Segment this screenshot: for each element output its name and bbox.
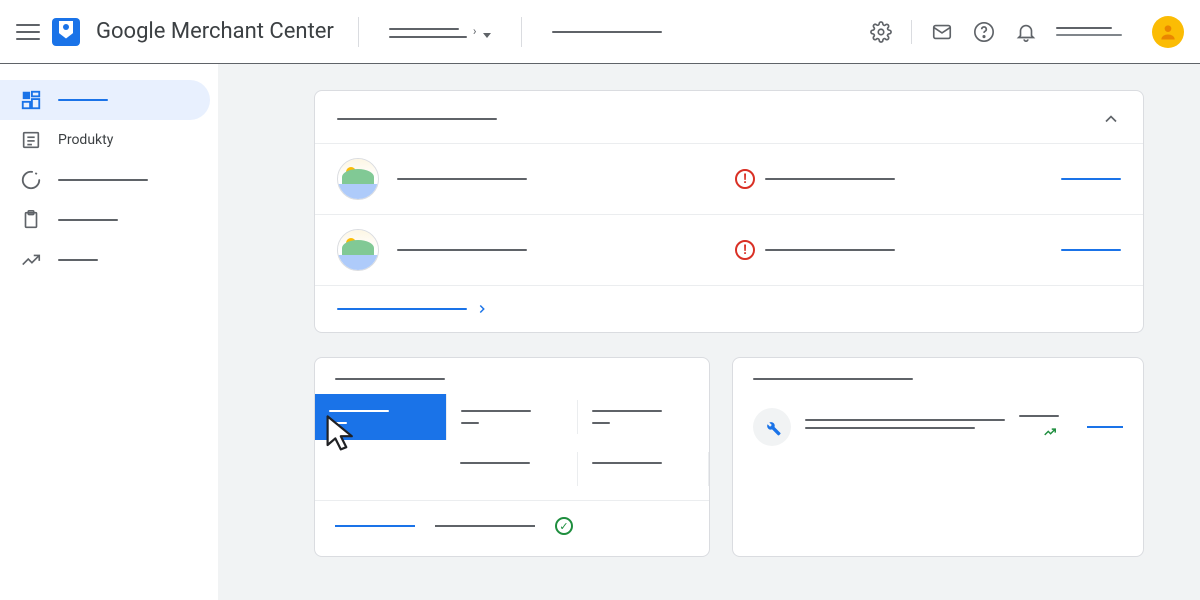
check-icon: ✓ (555, 517, 573, 535)
sidebar-item-performance[interactable] (0, 160, 210, 200)
metric-value (592, 422, 610, 424)
sidebar-item-label (58, 179, 148, 181)
metric-cell[interactable] (446, 452, 577, 486)
product-thumb-icon (337, 158, 379, 200)
error-icon: ! (735, 240, 755, 260)
metric-cell[interactable] (315, 452, 446, 486)
account-selector[interactable]: › (371, 26, 509, 38)
wrench-icon (753, 408, 791, 446)
sidebar-item-label (58, 99, 108, 101)
metric-cell[interactable] (578, 400, 709, 434)
metric-cell[interactable] (315, 394, 447, 440)
card-title (753, 378, 913, 380)
card-title (337, 118, 497, 120)
chevron-right-icon (475, 302, 489, 316)
product-action-link[interactable] (1061, 249, 1121, 251)
card-title (335, 378, 445, 380)
header-context-text (534, 31, 680, 33)
sidebar-item-label (58, 219, 118, 221)
product-action-link[interactable] (1061, 178, 1121, 180)
main-content: ! ! (218, 64, 1200, 600)
product-row[interactable]: ! (315, 214, 1143, 285)
recommendation-item[interactable] (733, 400, 1143, 454)
sidebar-item-label: Produkty (58, 132, 113, 148)
product-status-text (765, 249, 895, 251)
product-name (397, 249, 527, 251)
person-icon (1158, 22, 1178, 42)
divider (521, 17, 522, 47)
sidebar-item-label (58, 259, 98, 261)
recommendation-stat (1019, 415, 1059, 417)
stats-card: ✓ (314, 357, 710, 557)
product-thumb-icon (337, 229, 379, 271)
products-status-card: ! ! (314, 90, 1144, 333)
sidebar-item-orders[interactable] (0, 200, 210, 240)
metric-label (592, 410, 662, 412)
app-logo-icon[interactable] (52, 18, 80, 46)
clipboard-icon (20, 209, 42, 231)
app-title: Google Merchant Center (92, 19, 346, 44)
product-row[interactable]: ! (315, 143, 1143, 214)
sidebar-nav: Produkty (0, 64, 218, 600)
product-name (397, 178, 527, 180)
view-all-products-link[interactable] (315, 285, 1143, 332)
stats-footer-link[interactable] (335, 525, 415, 527)
trending-up-icon (20, 249, 42, 271)
help-icon[interactable] (972, 20, 996, 44)
chevron-up-icon (1101, 109, 1121, 129)
divider (358, 17, 359, 47)
recommendation-text (805, 419, 1005, 421)
app-header: Google Merchant Center › (0, 0, 1200, 64)
recommendations-card (732, 357, 1144, 557)
metric-value (461, 422, 479, 424)
sidebar-item-products[interactable]: Produkty (0, 120, 210, 160)
metric-label (461, 410, 531, 412)
metric-cell[interactable] (447, 400, 579, 434)
recommendation-text (805, 427, 975, 429)
recommendation-action-link[interactable] (1087, 426, 1123, 428)
trend-up-icon (1041, 425, 1059, 439)
metric-cell[interactable] (578, 452, 709, 486)
notifications-icon[interactable] (1014, 20, 1038, 44)
menu-icon[interactable] (16, 20, 40, 44)
chevron-right-icon: › (473, 24, 477, 38)
settings-icon[interactable] (869, 20, 893, 44)
stats-footer-text (435, 525, 535, 527)
sidebar-item-growth[interactable] (0, 240, 210, 280)
error-icon: ! (735, 169, 755, 189)
cursor-icon (321, 412, 365, 456)
dashboard-icon (20, 89, 42, 111)
caret-down-icon (483, 33, 491, 38)
header-account-link[interactable] (1056, 27, 1122, 36)
divider (911, 20, 912, 44)
donut-icon (20, 169, 42, 191)
mail-icon[interactable] (930, 20, 954, 44)
sidebar-item-overview[interactable] (0, 80, 210, 120)
product-status-text (765, 178, 895, 180)
user-avatar[interactable] (1152, 16, 1184, 48)
collapse-icon[interactable] (1101, 109, 1121, 129)
list-icon (20, 129, 42, 151)
